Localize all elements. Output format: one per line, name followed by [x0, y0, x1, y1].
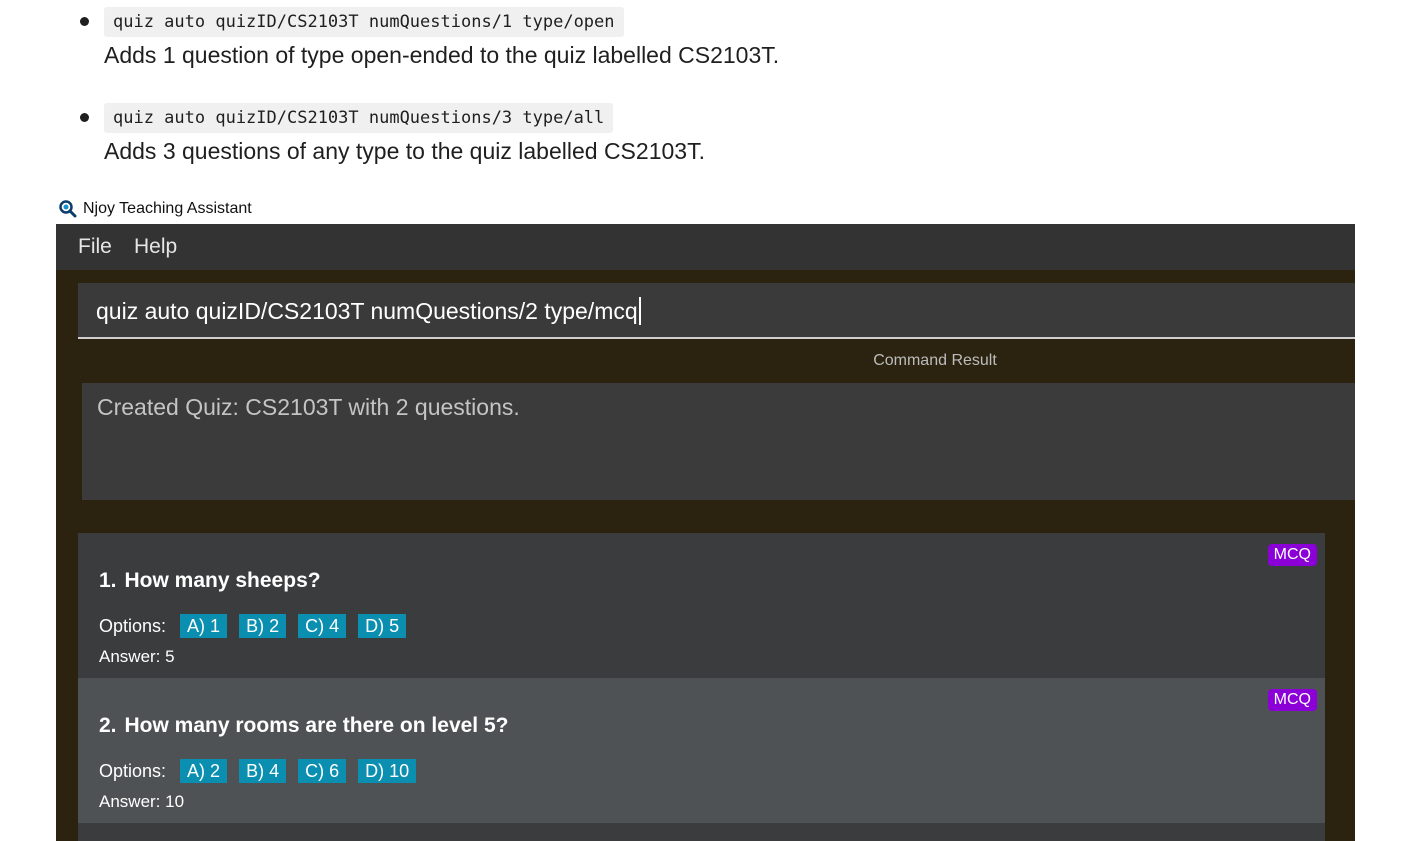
- menu-help[interactable]: Help: [134, 233, 177, 261]
- app-window: File Help quiz auto quizID/CS2103T numQu…: [56, 224, 1355, 841]
- command-result-label: Command Result: [873, 352, 997, 369]
- command-result-box[interactable]: Created Quiz: CS2103T with 2 questions.: [82, 383, 1355, 500]
- example-command-code: quiz auto quizID/CS2103T numQuestions/1 …: [104, 7, 624, 37]
- magnifier-icon: [58, 200, 78, 218]
- question-type-badge: MCQ: [1267, 689, 1317, 711]
- question-card[interactable]: MCQ 1. How many sheeps? Options: A) 1 B) …: [78, 533, 1325, 678]
- option-tag: C) 6: [298, 759, 347, 783]
- question-options: Options: A) 1 B) 2 C) 4 D) 5: [99, 614, 418, 638]
- text-caret: [638, 297, 641, 325]
- bullet-point: [80, 17, 89, 26]
- question-title: 1. How many sheeps?: [99, 569, 321, 593]
- command-input-value: quiz auto quizID/CS2103T numQuestions/2 …: [96, 298, 638, 324]
- command-result-text: Created Quiz: CS2103T with 2 questions.: [97, 394, 520, 420]
- example-description: Adds 1 question of type open-ended to th…: [104, 42, 780, 68]
- window-title: Njoy Teaching Assistant: [83, 200, 252, 217]
- option-tag: C) 4: [298, 614, 347, 638]
- command-input[interactable]: quiz auto quizID/CS2103T numQuestions/2 …: [78, 283, 1355, 339]
- option-tag: A) 1: [180, 614, 228, 638]
- question-text: How many sheeps?: [124, 569, 321, 592]
- window-title-bar: Njoy Teaching Assistant: [58, 198, 252, 220]
- question-answer: Answer: 10: [99, 792, 185, 811]
- question-options: Options: A) 2 B) 4 C) 6 D) 10: [99, 759, 428, 783]
- option-tag: D) 5: [358, 614, 407, 638]
- question-number: 2.: [99, 714, 117, 737]
- menu-bar: File Help: [56, 224, 1355, 270]
- option-tag: B) 4: [239, 759, 287, 783]
- question-type-badge: MCQ: [1267, 544, 1317, 566]
- example-command-code: quiz auto quizID/CS2103T numQuestions/3 …: [104, 103, 614, 133]
- example-description: Adds 3 questions of any type to the quiz…: [104, 138, 705, 164]
- option-tag: D) 10: [358, 759, 417, 783]
- question-text: How many rooms are there on level 5?: [124, 714, 509, 737]
- options-label: Options:: [99, 615, 167, 636]
- option-tag: B) 2: [239, 614, 287, 638]
- menu-file[interactable]: File: [78, 233, 112, 261]
- question-card[interactable]: MCQ 2. How many rooms are there on level …: [78, 678, 1325, 823]
- question-title: 2. How many rooms are there on level 5?: [99, 714, 508, 738]
- options-label: Options:: [99, 760, 167, 781]
- question-number: 1.: [99, 569, 117, 592]
- question-list[interactable]: MCQ 1. How many sheeps? Options: A) 1 B) …: [78, 533, 1325, 841]
- question-answer: Answer: 5: [99, 647, 175, 666]
- question-card-partial[interactable]: [78, 823, 1325, 841]
- option-tag: A) 2: [180, 759, 228, 783]
- bullet-point: [80, 113, 89, 122]
- documentation-section: quiz auto quizID/CS2103T numQuestions/1 …: [0, 0, 1417, 190]
